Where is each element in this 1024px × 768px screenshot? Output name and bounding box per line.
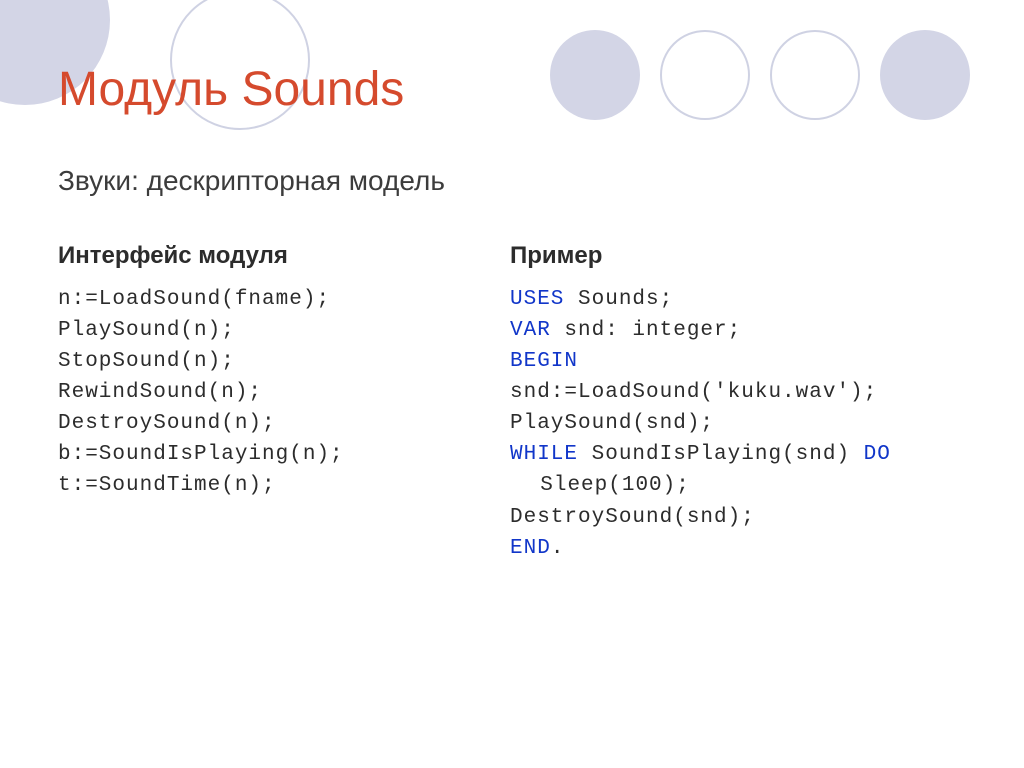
code-line: PlaySound(n); bbox=[58, 315, 478, 346]
slide-subtitle: Звуки: дескрипторная модель bbox=[58, 165, 445, 197]
code-line: DestroySound(n); bbox=[58, 408, 478, 439]
code-line: begin bbox=[510, 346, 980, 377]
code-line: StopSound(n); bbox=[58, 346, 478, 377]
code-line: while SoundIsPlaying(snd) do bbox=[510, 439, 980, 470]
code-line: DestroySound(snd); bbox=[510, 502, 980, 533]
right-column: Пример uses Sounds; var snd: integer; be… bbox=[510, 242, 980, 564]
code-line: snd:=LoadSound('kuku.wav'); bbox=[510, 377, 980, 408]
right-heading: Пример bbox=[510, 242, 980, 270]
code-line: n:=LoadSound(fname); bbox=[58, 284, 478, 315]
left-heading: Интерфейс модуля bbox=[58, 242, 478, 270]
left-column: Интерфейс модуля n:=LoadSound(fname); Pl… bbox=[58, 242, 478, 502]
code-line: RewindSound(n); bbox=[58, 377, 478, 408]
slide-title: Модуль Sounds bbox=[58, 62, 404, 117]
code-line: var snd: integer; bbox=[510, 315, 980, 346]
code-line: end. bbox=[510, 533, 980, 564]
code-line: b:=SoundIsPlaying(n); bbox=[58, 439, 478, 470]
code-line: t:=SoundTime(n); bbox=[58, 470, 478, 501]
decor-circle-small-4 bbox=[880, 30, 970, 120]
code-line: uses Sounds; bbox=[510, 284, 980, 315]
decor-circle-small-2 bbox=[660, 30, 750, 120]
decor-circle-small-3 bbox=[770, 30, 860, 120]
decor-circle-small-1 bbox=[550, 30, 640, 120]
code-line: Sleep(100); bbox=[510, 470, 980, 501]
code-line: PlaySound(snd); bbox=[510, 408, 980, 439]
